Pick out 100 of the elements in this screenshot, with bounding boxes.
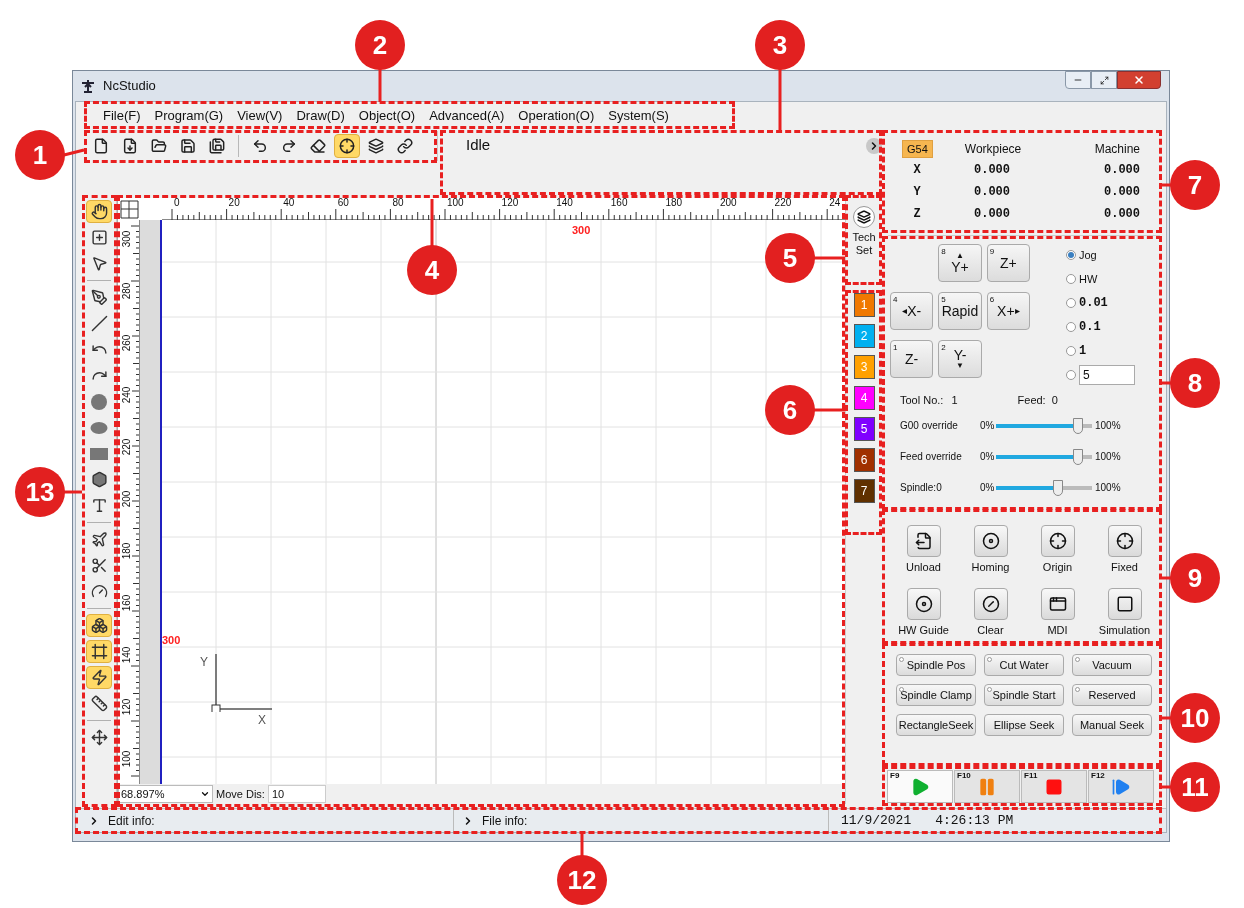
lightning-tool[interactable] [86,666,112,689]
jog-button[interactable]: 8 ▲ Y+ [938,244,982,282]
menu-item[interactable]: File(F) [98,103,146,128]
override-slider[interactable] [996,479,1092,496]
layer-swatch[interactable]: 6 [853,448,875,472]
tech-set-button[interactable]: Tech Set [850,206,878,257]
radio-label: 1 [1079,343,1087,360]
expand-button[interactable] [866,137,882,154]
radio-button[interactable] [1066,322,1076,332]
radio-button[interactable] [1066,274,1076,284]
menu-item[interactable]: View(V) [232,103,288,128]
axis-name: X [912,162,922,179]
crosshair-button[interactable] [334,133,360,158]
machine-action-button[interactable]: Fixed [1091,525,1158,582]
menu-item[interactable]: Draw(D) [291,103,350,128]
status-date: 11/9/2021 [841,811,912,830]
layer-swatch[interactable]: 5 [853,417,875,441]
circle-icon [90,392,108,411]
callout-badge: 11 [1170,762,1220,812]
hand-tool[interactable] [86,200,112,223]
io-button[interactable]: Spindle Clamp [896,684,976,706]
move-distance-field[interactable]: 10 [267,785,326,803]
machine-action-button[interactable]: MDI [1024,587,1091,644]
download-icon [122,137,138,154]
machine-action-button[interactable]: Clear [957,587,1024,644]
layer-swatch[interactable]: 7 [853,479,875,503]
workpiece-value: 0.000 [974,184,1010,201]
coordinate-system-badge: G54 [902,139,933,159]
status-time: 4:26:13 PM [935,811,1014,830]
boxes-tool[interactable] [86,614,112,637]
step-forward-icon [1111,776,1131,797]
io-button[interactable]: Spindle Pos [896,654,976,676]
menu-item[interactable]: System(S) [603,103,674,128]
hand-icon [90,203,108,220]
ruler-label: 24 [829,198,841,208]
machine-value: 0.000 [1104,184,1140,201]
undo-icon [252,137,268,154]
close-button[interactable] [1117,71,1161,89]
axis-label: X [258,712,266,729]
frame-tool[interactable] [86,640,112,663]
minimize-button[interactable] [1065,71,1091,89]
machine-action-button[interactable]: Unload [890,525,957,582]
jog-button[interactable]: 5 Rapid [938,292,982,330]
maximize-button[interactable] [1091,71,1117,89]
callout-badge: 13 [15,467,65,517]
radio-button[interactable] [1066,370,1076,380]
axis-name: Y [912,184,922,201]
ruler-label: 160 [122,594,132,612]
override-slider[interactable] [996,417,1092,434]
folder-icon [151,137,167,154]
jog-button[interactable]: 1 Z- [890,340,934,378]
file-icon [93,137,109,154]
machine-action-button[interactable]: Homing [957,525,1024,582]
zoom-dropdown[interactable]: 68.897% [118,785,213,803]
io-button[interactable]: Ellipse Seek [984,714,1064,736]
radio-button[interactable] [1066,250,1076,260]
ruler-label: 280 [122,282,132,300]
crosshair-icon [339,137,355,154]
menu-item[interactable]: Object(O) [353,103,421,128]
step-field[interactable]: 5 [1079,365,1135,385]
menu-item[interactable]: Operation(O) [513,103,600,128]
menu-item[interactable]: Program(G) [149,103,229,128]
ruler-icon [90,695,108,712]
gauge-icon [90,583,108,600]
pause-button[interactable]: F10 [954,770,1020,803]
jog-button[interactable]: 2 Y- ▼ [938,340,982,378]
jog-button[interactable]: 6 X+▸ [986,292,1030,330]
override-slider[interactable] [996,448,1092,465]
menu-item[interactable]: Advanced(A) [424,103,510,128]
window-icon [1048,594,1067,613]
machine-action-button[interactable]: HW Guide [890,587,957,644]
jog-button[interactable]: 4 ◂X- [890,292,934,330]
radio-button[interactable] [1066,298,1076,308]
close-icon [1133,74,1145,86]
radio-label: 0.01 [1079,295,1108,312]
io-button[interactable]: Reserved [1072,684,1152,706]
start-button[interactable]: F9 [887,770,953,803]
slider-max-label: 100% [1095,419,1121,433]
io-button[interactable]: Manual Seek [1072,714,1152,736]
machine-action-button[interactable]: Origin [1024,525,1091,582]
machine-action-button[interactable]: Simulation [1091,587,1158,644]
io-button[interactable]: Vacuum [1072,654,1152,676]
radio-button[interactable] [1066,346,1076,356]
tool-number-label: Tool No.: [900,392,944,408]
jog-button[interactable]: 9 Z+ [986,244,1030,282]
step-button[interactable]: F12 [1088,770,1154,803]
ellipse-icon [90,420,108,435]
stop-button[interactable]: F11 [1021,770,1087,803]
io-button[interactable]: RectangleSeek [896,714,976,736]
ruler-label: 140 [556,198,573,208]
layers-icon [368,137,384,154]
axis-name: Z [912,206,922,223]
line-icon [90,315,108,332]
slider-label: G00 override [900,419,959,433]
radio-label: 0.1 [1079,319,1101,336]
axis-origin-drawing [210,652,274,712]
io-button[interactable]: Spindle Start [984,684,1064,706]
callout-badge: 10 [1170,693,1220,743]
file-info: File info: [482,812,528,830]
io-button[interactable]: Cut Water [984,654,1064,676]
